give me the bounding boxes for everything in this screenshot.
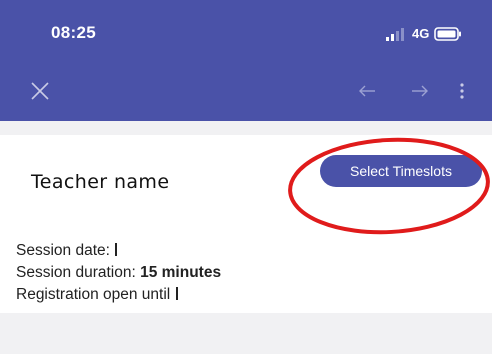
registration-row: Registration open until — [16, 286, 178, 304]
signal-bars-icon — [386, 28, 404, 41]
session-duration-row: Session duration: 15 minutes — [16, 264, 221, 282]
session-date-value — [115, 243, 118, 256]
session-date-label: Session date: — [16, 242, 110, 259]
arrow-right-icon[interactable] — [411, 84, 429, 98]
status-time: 08:25 — [51, 23, 96, 42]
session-date-row: Session date: — [16, 242, 118, 260]
select-timeslots-button[interactable]: Select Timeslots — [320, 155, 482, 187]
more-vertical-icon[interactable] — [458, 82, 466, 100]
network-type: 4G — [412, 26, 430, 41]
battery-icon — [434, 27, 461, 41]
session-card: Teacher name Select Timeslots Session da… — [0, 135, 492, 313]
arrow-left-icon[interactable] — [358, 84, 376, 98]
registration-label: Registration open until — [16, 286, 171, 303]
close-icon[interactable] — [30, 81, 50, 101]
session-duration-value: 15 minutes — [140, 264, 222, 281]
session-duration-label: Session duration: — [16, 264, 136, 281]
app-bar: 08:25 4G — [0, 0, 492, 121]
teacher-name: Teacher name — [31, 171, 170, 193]
registration-value — [175, 287, 178, 300]
